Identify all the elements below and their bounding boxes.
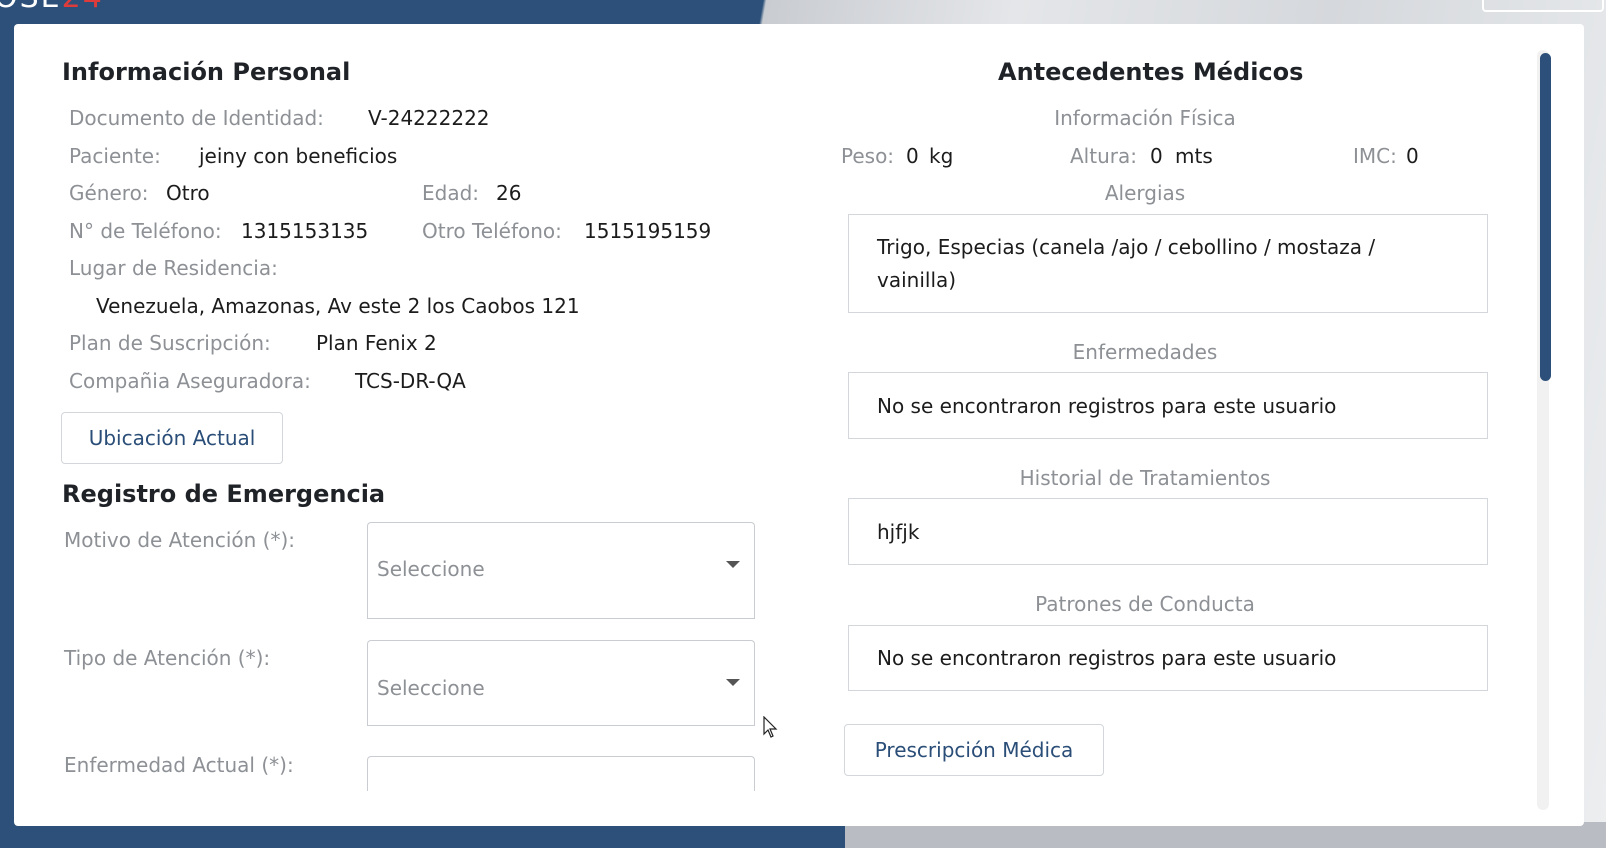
behavior-value: No se encontraron registros para este us… [877, 646, 1337, 670]
current-location-button[interactable]: Ubicación Actual [61, 412, 283, 464]
gender-label: Género: [69, 181, 149, 205]
allergies-title: Alergias [1104, 181, 1186, 205]
other-phone-label: Otro Teléfono: [422, 219, 562, 243]
height-label: Altura: [1070, 144, 1137, 168]
treatments-value: hjfjk [877, 520, 920, 544]
plan-label: Plan de Suscripción: [69, 331, 271, 355]
residence-label: Lugar de Residencia: [69, 256, 278, 280]
age-value: 26 [496, 181, 522, 205]
insurer-label: Compañia Aseguradora: [69, 369, 311, 393]
mouse-cursor-icon [763, 716, 778, 738]
patient-value: jeiny con beneficios [199, 144, 398, 168]
treatments-box: hjfjk [848, 498, 1488, 565]
physical-info-title: Información Física [1054, 106, 1236, 130]
chevron-down-icon [726, 679, 740, 686]
height-value: 0 [1150, 144, 1163, 168]
weight-value: 0 [906, 144, 919, 168]
app-logo[interactable]: OSE24 [0, 0, 104, 15]
reason-select[interactable]: Seleccione [367, 522, 755, 591]
bmi-value: 0 [1406, 144, 1419, 168]
scrollbar-thumb[interactable] [1540, 53, 1551, 381]
reason-select-placeholder: Seleccione [377, 557, 485, 581]
behavior-box: No se encontraron registros para este us… [848, 625, 1488, 691]
other-phone-value: 1515195159 [584, 219, 712, 243]
illness-label: Enfermedad Actual (*): [64, 753, 294, 777]
medical-history-title: Antecedentes Médicos [998, 58, 1304, 86]
phone-label: N° de Teléfono: [69, 219, 222, 243]
document-value: V-24222222 [368, 106, 490, 130]
phone-value: 1315153135 [241, 219, 369, 243]
bmi-label: IMC: [1353, 144, 1397, 168]
illness-input[interactable] [367, 756, 755, 791]
treatments-title: Historial de Tratamientos [1019, 466, 1271, 490]
allergies-value: Trigo, Especias (canela /ajo / cebollino… [877, 235, 1376, 292]
prescription-button[interactable]: Prescripción Médica [844, 724, 1104, 776]
emergency-title: Registro de Emergencia [62, 480, 386, 508]
type-select-footer [367, 709, 755, 726]
diseases-box: No se encontraron registros para este us… [848, 372, 1488, 439]
plan-value: Plan Fenix 2 [316, 331, 437, 355]
age-label: Edad: [422, 181, 480, 205]
weight-unit: kg [929, 144, 954, 168]
type-select[interactable]: Seleccione [367, 640, 755, 710]
insurer-value: TCS-DR-QA [355, 369, 466, 393]
personal-info-title: Información Personal [62, 58, 351, 86]
type-select-placeholder: Seleccione [377, 676, 485, 700]
type-label: Tipo de Atención (*): [64, 646, 271, 670]
header-button[interactable] [1482, 0, 1604, 12]
patient-label: Paciente: [69, 144, 161, 168]
weight-label: Peso: [841, 144, 895, 168]
document-label: Documento de Identidad: [69, 106, 324, 130]
reason-select-footer [367, 590, 755, 619]
behavior-title: Patrones de Conducta [1035, 592, 1255, 616]
allergies-box: Trigo, Especias (canela /ajo / cebollino… [848, 214, 1488, 313]
gender-value: Otro [166, 181, 210, 205]
diseases-title: Enfermedades [1072, 340, 1218, 364]
height-unit: mts [1175, 144, 1213, 168]
chevron-down-icon [726, 561, 740, 568]
residence-value: Venezuela, Amazonas, Av este 2 los Caobo… [96, 294, 580, 318]
diseases-value: No se encontraron registros para este us… [877, 394, 1337, 418]
reason-label: Motivo de Atención (*): [64, 528, 295, 552]
